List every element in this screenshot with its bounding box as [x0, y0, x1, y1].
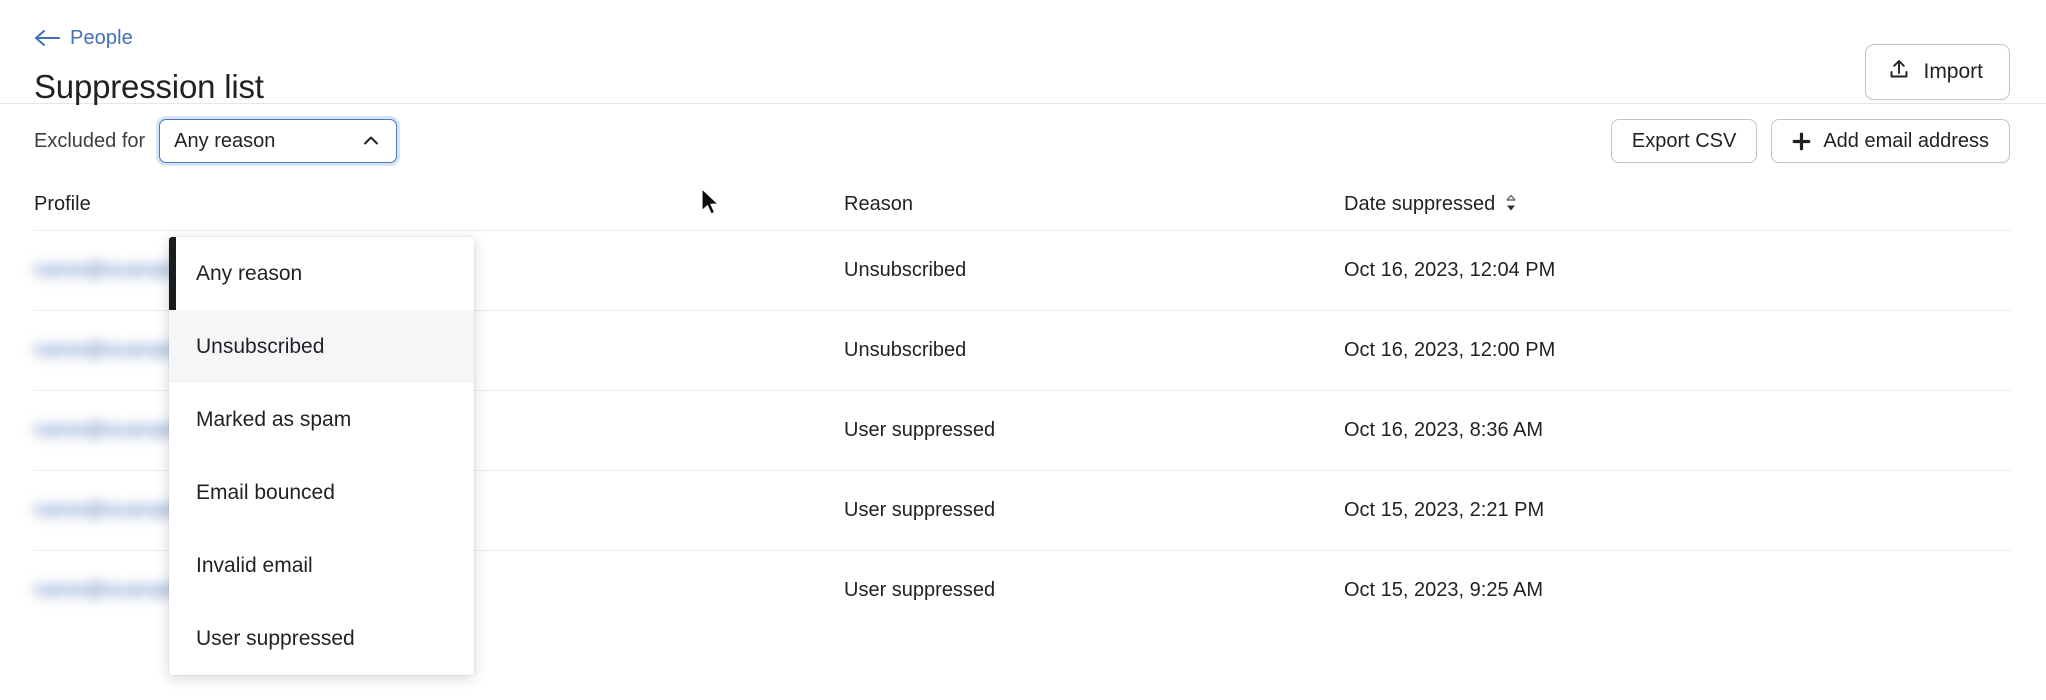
page-title: Suppression list [34, 68, 264, 105]
cell-date-suppressed: Oct 15, 2023, 9:25 AM [1344, 579, 1544, 601]
dropdown-option[interactable]: Any reason [169, 237, 474, 310]
dropdown-option-label: User suppressed [196, 626, 355, 650]
column-header-profile: Profile [34, 192, 91, 215]
dropdown-option[interactable]: Invalid email [169, 529, 474, 602]
column-header-reason: Reason [844, 192, 913, 215]
cell-date-suppressed: Oct 15, 2023, 2:21 PM [1344, 499, 1545, 521]
breadcrumb-label: People [70, 27, 133, 49]
dropdown-option-label: Unsubscribed [196, 334, 325, 358]
dropdown-option-label: Any reason [196, 261, 303, 285]
dropdown-option[interactable]: Email bounced [169, 456, 474, 529]
cell-date-suppressed: Oct 16, 2023, 8:36 AM [1344, 419, 1544, 441]
column-header-date-suppressed-label: Date suppressed [1344, 192, 1496, 215]
toolbar-actions: Export CSV Add email address [1610, 119, 2010, 163]
cell-date-suppressed: Oct 16, 2023, 12:04 PM [1344, 259, 1556, 281]
cell-reason: User suppressed [844, 419, 996, 441]
table-header-row: Profile Reason Date suppressed [34, 178, 2012, 230]
chevron-up-icon [360, 130, 382, 152]
arrow-left-icon [34, 29, 60, 47]
sort-descending-icon [1504, 193, 1518, 213]
cell-reason: Unsubscribed [844, 259, 967, 281]
filter-label: Excluded for [34, 129, 146, 152]
excluded-for-select[interactable]: Any reason [159, 119, 398, 163]
excluded-for-dropdown-menu[interactable]: Any reason Unsubscribed Marked as spam Emai… [169, 237, 474, 675]
column-header-date-suppressed[interactable]: Date suppressed [1344, 193, 2012, 216]
filter-group: Excluded for Any reason [34, 119, 398, 163]
add-email-address-button-label: Add email address [1823, 129, 1989, 152]
page-header: People Suppression list Import [0, 0, 2046, 105]
dropdown-option[interactable]: Unsubscribed [169, 310, 474, 383]
dropdown-option[interactable]: Marked as spam [169, 383, 474, 456]
import-button-label: Import [1923, 60, 1983, 83]
dropdown-option-label: Marked as spam [196, 407, 352, 431]
cell-reason: User suppressed [844, 579, 996, 601]
export-csv-button[interactable]: Export CSV [1610, 119, 1758, 163]
add-email-address-button[interactable]: Add email address [1771, 119, 2010, 163]
dropdown-option[interactable]: User suppressed [169, 602, 474, 675]
dropdown-option-label: Invalid email [196, 553, 313, 577]
toolbar: Excluded for Any reason Export CSV Add e… [0, 104, 2046, 178]
upload-icon [1888, 58, 1910, 86]
cell-date-suppressed: Oct 16, 2023, 12:00 PM [1344, 339, 1556, 361]
export-csv-button-label: Export CSV [1631, 129, 1737, 152]
cell-reason: Unsubscribed [844, 339, 967, 361]
plus-icon [1792, 132, 1811, 151]
dropdown-option-label: Email bounced [196, 480, 335, 504]
import-button[interactable]: Import [1865, 44, 2010, 100]
breadcrumb[interactable]: People [34, 28, 133, 48]
excluded-for-select-value: Any reason [174, 129, 276, 152]
cell-reason: User suppressed [844, 499, 996, 521]
